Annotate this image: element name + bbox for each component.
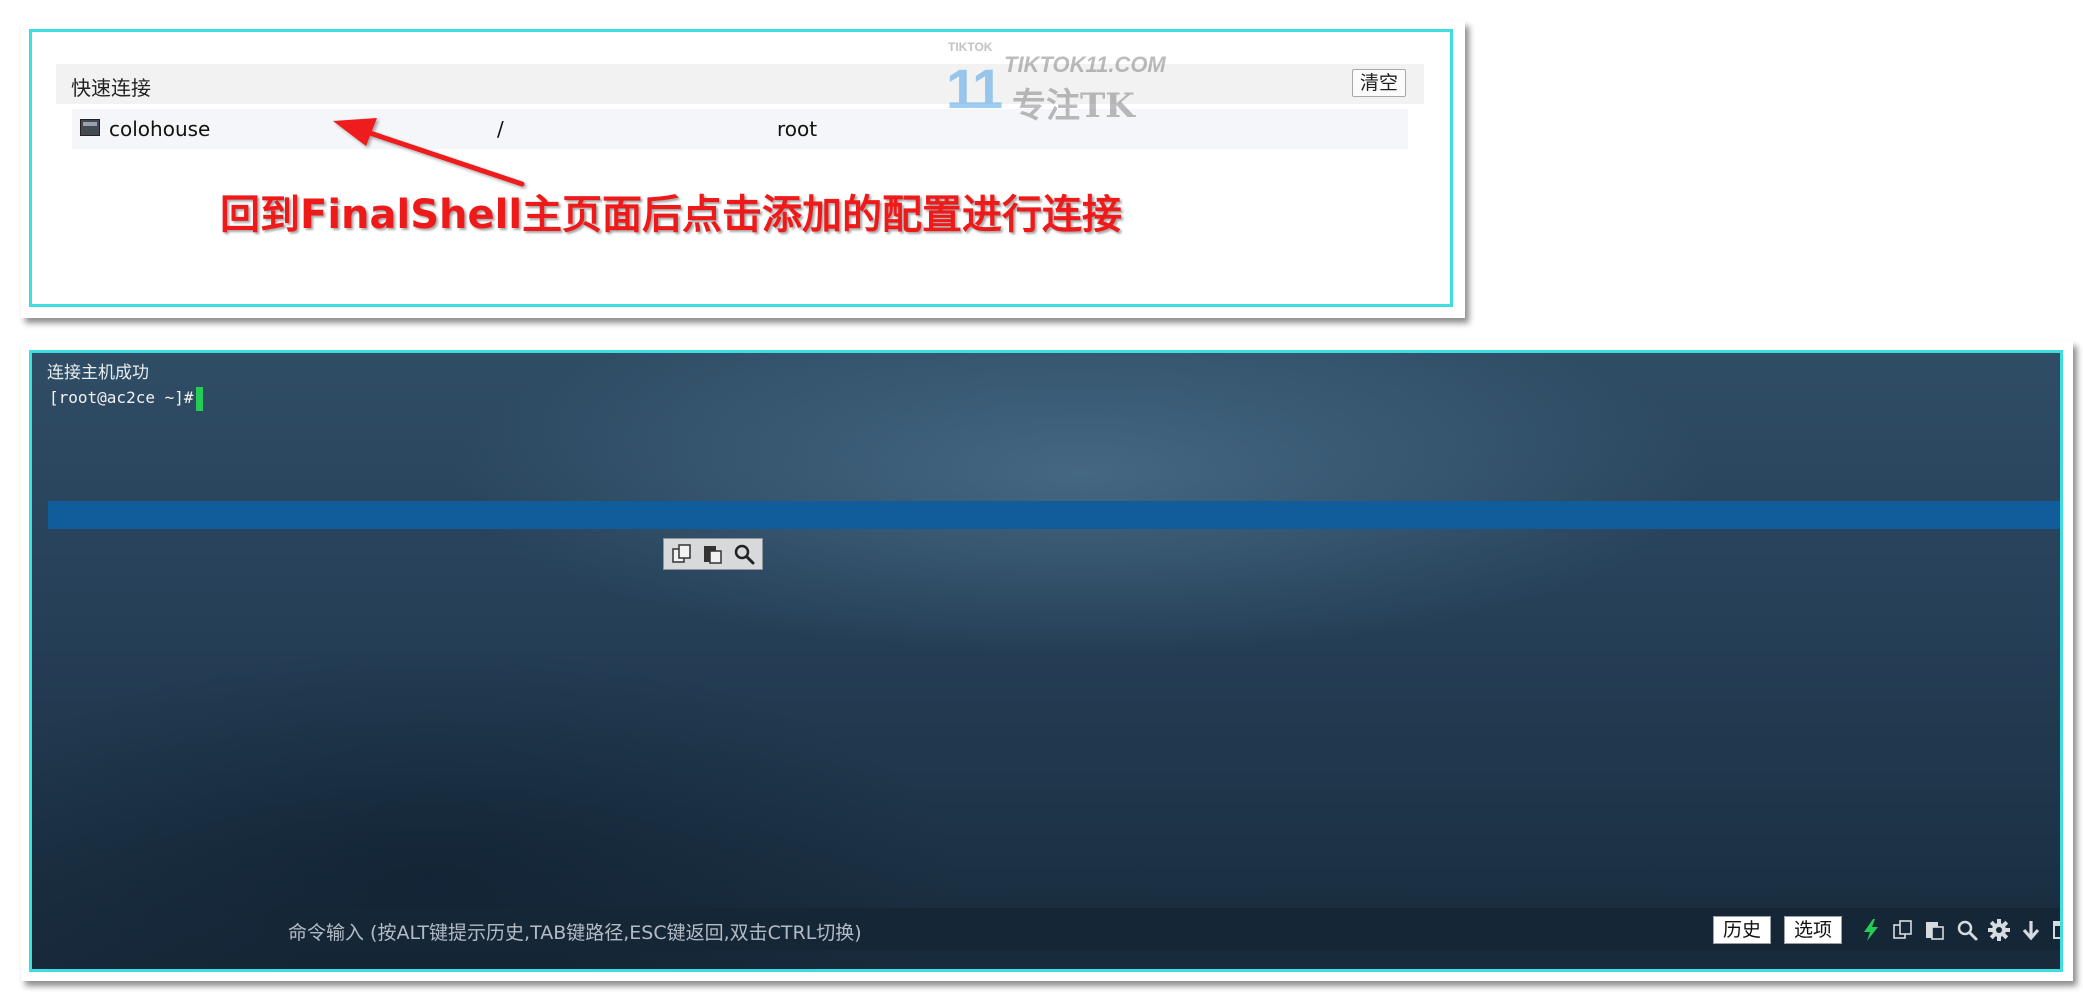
watermark-digits: 11 <box>946 57 1003 120</box>
command-input-bar[interactable]: 命令输入 (按ALT键提示历史,TAB键路径,ESC键返回,双击CTRL切换) … <box>264 908 2060 950</box>
command-input-placeholder[interactable]: 命令输入 (按ALT键提示历史,TAB键路径,ESC键返回,双击CTRL切换) <box>288 918 862 945</box>
watermark-logo: TIKTOK 11 TIKTOK11.COM 专注TK <box>946 38 1186 128</box>
quick-connect-header: 快速连接 清空 <box>56 64 1424 104</box>
search-icon[interactable] <box>731 541 757 567</box>
watermark-url: TIKTOK11.COM <box>1004 52 1166 77</box>
quick-connect-panel: 快速连接 清空 colohouse / root <box>29 29 1453 307</box>
quick-connect-title: 快速连接 <box>71 76 151 100</box>
connection-status-text: 连接主机成功 <box>47 363 149 383</box>
clear-button[interactable]: 清空 <box>1351 69 1406 97</box>
floating-toolbar <box>663 538 763 570</box>
watermark-tagline: 专注TK <box>1012 86 1135 126</box>
watermark-small-text: TIKTOK <box>948 40 993 54</box>
annotation-caption: 回到FinalShell主页面后点击添加的配置进行连接 <box>220 192 1123 238</box>
copy-icon[interactable] <box>1890 917 1916 943</box>
paste-icon[interactable] <box>1922 917 1948 943</box>
connection-name: colohouse <box>109 117 211 141</box>
terminal-area[interactable]: 连接主机成功 [root@ac2ce ~]# 命令输入 (按ALT键提示历史,T… <box>29 350 2063 972</box>
options-button[interactable]: 选项 <box>1784 916 1843 944</box>
connection-path: / <box>497 117 504 141</box>
connection-row[interactable]: colohouse / root <box>72 109 1408 149</box>
history-button[interactable]: 历史 <box>1713 916 1772 944</box>
copy-icon[interactable] <box>669 541 695 567</box>
selection-highlight-bar <box>48 501 2060 529</box>
terminal-cursor <box>196 387 203 411</box>
lightning-icon[interactable] <box>1858 917 1884 943</box>
window-icon[interactable] <box>2050 917 2060 943</box>
search-icon[interactable] <box>1954 917 1980 943</box>
shell-prompt: [root@ac2ce ~]# <box>49 388 194 407</box>
arrow-down-icon[interactable] <box>2018 917 2044 943</box>
paste-icon[interactable] <box>700 541 726 567</box>
connection-user: root <box>777 117 818 141</box>
gear-icon[interactable] <box>1986 917 2012 943</box>
terminal-icon <box>80 119 100 136</box>
